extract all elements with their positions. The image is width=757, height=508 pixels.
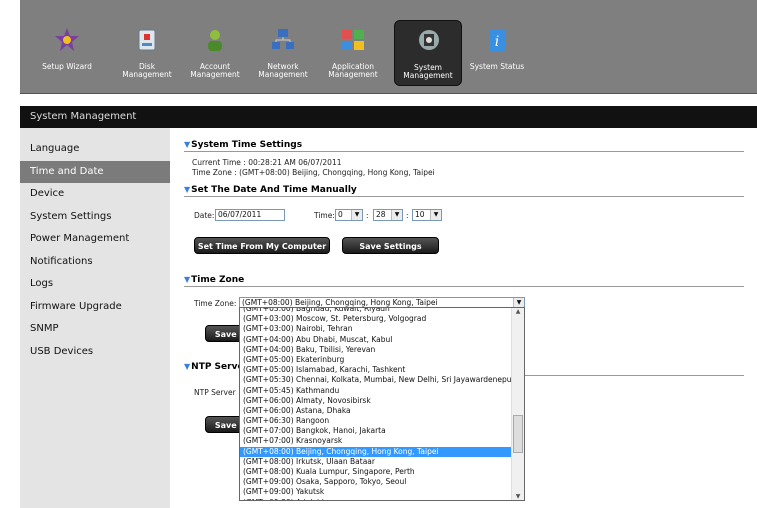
toolbar-system-management[interactable]: System Management [394, 20, 462, 86]
time-zone-option[interactable]: (GMT+07:00) Krasnoyarsk [240, 436, 524, 446]
toolbar-account-management[interactable]: Account Management [184, 23, 246, 85]
toolbar-disk-management[interactable]: Disk Management [116, 23, 178, 85]
time-zone-option[interactable]: (GMT+09:00) Yakutsk [240, 487, 524, 497]
time-zone-option[interactable]: (GMT+06:00) Astana, Dhaka [240, 406, 524, 416]
time-zone-option[interactable]: (GMT+05:45) Kathmandu [240, 386, 524, 396]
sidebar-item-power-management[interactable]: Power Management [20, 228, 170, 251]
current-time-zone-text: Time Zone : (GMT+08:00) Beijing, Chongqi… [192, 168, 435, 177]
time-zone-option[interactable]: (GMT+08:00) Beijing, Chongqing, Hong Kon… [240, 446, 524, 457]
application-icon [339, 27, 367, 53]
time-zone-option[interactable]: (GMT+04:00) Abu Dhabi, Muscat, Kabul [240, 335, 524, 345]
sidebar: Language Time and Date Device System Set… [20, 128, 170, 508]
toolbar-label: Account Management [190, 62, 240, 79]
ntp-server-heading: ▼NTP Serve [184, 362, 244, 373]
account-icon [201, 27, 229, 53]
status-icon: i [483, 27, 511, 53]
toolbar-label: Disk Management [122, 62, 172, 79]
system-time-settings-heading: ▼System Time Settings [184, 140, 744, 152]
time-zone-option[interactable]: (GMT+08:00) Irkutsk, Ulaan Bataar [240, 457, 524, 467]
current-time-text: Current Time : 00:28:21 AM 06/07/2011 [192, 158, 342, 167]
collapse-triangle-icon[interactable]: ▼ [184, 185, 190, 194]
date-input[interactable]: 06/07/2011 [215, 209, 285, 221]
set-time-from-computer-button[interactable]: Set Time From My Computer [194, 237, 330, 254]
toolbar-label: Network Management [258, 62, 308, 79]
time-separator: : [366, 211, 369, 220]
toolbar-application-management[interactable]: Application Management [322, 23, 384, 85]
time-zone-option[interactable]: (GMT+03:00) Baghdad, Kuwait, Riyadh [240, 308, 524, 314]
sidebar-item-notifications[interactable]: Notifications [20, 251, 170, 274]
sidebar-item-system-settings[interactable]: System Settings [20, 206, 170, 229]
toolbar-label: Application Management [328, 62, 378, 79]
time-zone-option[interactable]: (GMT+05:30) Chennai, Kolkata, Mumbai, Ne… [240, 375, 524, 385]
wizard-icon [53, 27, 81, 53]
scroll-up-icon[interactable]: ▲ [512, 308, 524, 315]
toolbar-system-status[interactable]: i System Status [466, 23, 528, 85]
collapse-triangle-icon[interactable]: ▼ [184, 362, 190, 371]
sidebar-item-time-and-date[interactable]: Time and Date [20, 160, 170, 183]
time-zone-option[interactable]: (GMT+06:00) Almaty, Novosibirsk [240, 396, 524, 406]
toolbar-network-management[interactable]: Network Management [252, 23, 314, 85]
sidebar-item-snmp[interactable]: SNMP [20, 318, 170, 341]
collapse-triangle-icon[interactable]: ▼ [184, 275, 190, 284]
heading-label: Set The Date And Time Manually [191, 185, 357, 195]
chevron-down-icon: ▼ [351, 210, 362, 220]
dropdown-scrollbar[interactable]: ▲ ▼ [511, 308, 524, 500]
time-zone-option[interactable]: (GMT+09:30) Adelaide [240, 498, 524, 500]
toolbar-label: System Status [469, 62, 525, 71]
time-zone-option[interactable]: (GMT+03:00) Moscow, St. Petersburg, Volg… [240, 314, 524, 324]
time-zone-option[interactable]: (GMT+06:30) Rangoon [240, 416, 524, 426]
sidebar-item-logs[interactable]: Logs [20, 273, 170, 296]
save-settings-button[interactable]: Save Settings [342, 237, 439, 254]
hour-value: 0 [338, 210, 343, 219]
manual-time-heading: ▼Set The Date And Time Manually [184, 185, 744, 197]
toolbar-label: System Management [403, 63, 453, 80]
sidebar-item-firmware-upgrade[interactable]: Firmware Upgrade [20, 296, 170, 319]
network-icon [269, 27, 297, 53]
date-label: Date: [194, 211, 215, 220]
time-separator: : [406, 211, 409, 220]
section-title-bar: System Management [20, 106, 757, 128]
minute-select[interactable]: 28 ▼ [373, 209, 403, 221]
collapse-triangle-icon[interactable]: ▼ [184, 140, 190, 149]
time-zone-option[interactable]: (GMT+09:00) Osaka, Sapporo, Tokyo, Seoul [240, 477, 524, 487]
time-zone-option[interactable]: (GMT+03:00) Nairobi, Tehran [240, 324, 524, 334]
time-zone-option[interactable]: (GMT+05:00) Islamabad, Karachi, Tashkent [240, 365, 524, 375]
sidebar-item-language[interactable]: Language [20, 138, 170, 161]
time-zone-option[interactable]: (GMT+04:00) Baku, Tbilisi, Yerevan [240, 345, 524, 355]
toolbar-setup-wizard[interactable]: Setup Wizard [36, 23, 98, 85]
second-select[interactable]: 10 ▼ [412, 209, 442, 221]
dropdown-options: (GMT+03:00) Baghdad, Kuwait, Riyadh (GMT+… [240, 308, 524, 500]
svg-text:i: i [495, 34, 499, 50]
sidebar-item-usb-devices[interactable]: USB Devices [20, 341, 170, 364]
system-icon [415, 27, 443, 53]
ntp-server-label: NTP Server [194, 388, 236, 397]
heading-label: Time Zone [191, 275, 245, 285]
toolbar-label: Setup Wizard [42, 62, 92, 71]
time-label: Time: [314, 211, 335, 220]
disk-icon [133, 27, 161, 53]
chevron-down-icon: ▼ [391, 210, 402, 220]
time-zone-dropdown-list[interactable]: (GMT+03:00) Baghdad, Kuwait, Riyadh (GMT+… [239, 307, 525, 501]
hour-select[interactable]: 0 ▼ [335, 209, 363, 221]
heading-label: NTP Serve [191, 362, 244, 372]
chevron-down-icon: ▼ [430, 210, 441, 220]
heading-label: System Time Settings [191, 140, 303, 150]
time-zone-option[interactable]: (GMT+05:00) Ekaterinburg [240, 355, 524, 365]
scroll-down-icon[interactable]: ▼ [512, 493, 524, 500]
time-zone-label: Time Zone: [194, 299, 237, 308]
second-value: 10 [415, 210, 425, 219]
scrollbar-thumb[interactable] [513, 415, 523, 453]
time-zone-selected: (GMT+08:00) Beijing, Chongqing, Hong Kon… [242, 298, 438, 307]
time-zone-option[interactable]: (GMT+07:00) Bangkok, Hanoi, Jakarta [240, 426, 524, 436]
time-zone-heading: ▼Time Zone [184, 275, 744, 287]
top-toolbar: Setup Wizard Disk Management Account Man… [20, 0, 757, 94]
sidebar-item-device[interactable]: Device [20, 183, 170, 206]
minute-value: 28 [376, 210, 386, 219]
time-zone-option[interactable]: (GMT+08:00) Kuala Lumpur, Singapore, Per… [240, 467, 524, 477]
